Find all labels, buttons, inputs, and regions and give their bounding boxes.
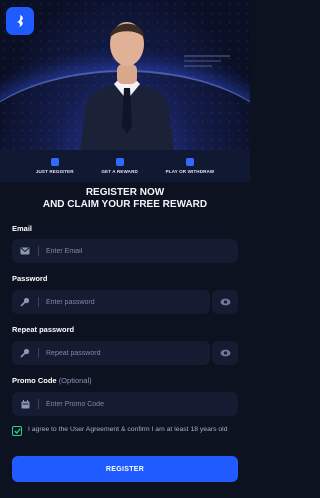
repeat-password-input[interactable]	[46, 349, 196, 357]
show-repeat-password-toggle[interactable]	[212, 341, 238, 365]
password-label: Password	[12, 274, 48, 283]
calendar-icon	[12, 399, 38, 409]
repeat-password-label: Repeat password	[12, 325, 75, 334]
checkmark-icon	[13, 428, 21, 434]
promo-code-label: Promo Code (Optional)	[12, 376, 92, 385]
field-divider	[38, 297, 39, 307]
agreement-text: I agree to the User Agreement & confirm …	[28, 426, 228, 433]
agreement-row: I agree to the User Agreement & confirm …	[12, 425, 240, 436]
key-icon	[12, 297, 38, 307]
promo-code-field-container	[12, 392, 238, 416]
title-line-1: REGISTER NOW	[85, 187, 165, 198]
gift-icon	[115, 158, 124, 166]
logo[interactable]	[6, 7, 34, 35]
promo-code-input[interactable]	[46, 400, 196, 408]
promo-code-label-text: Promo Code	[12, 376, 57, 385]
steps-bar: JUST REGISTER GET A REWARD PLAY OR WITHD…	[0, 150, 250, 182]
promo-person-image	[80, 22, 174, 150]
password-field-container	[12, 290, 210, 314]
agreement-checkbox[interactable]	[12, 426, 22, 436]
step-label: GET A REWARD	[101, 169, 138, 174]
key-icon	[12, 348, 38, 358]
logo-icon	[17, 15, 23, 27]
step-label: JUST REGISTER	[35, 169, 74, 174]
email-input[interactable]	[46, 247, 196, 255]
step-play-withdraw: PLAY OR WITHDRAW	[166, 158, 215, 174]
step-just-register: JUST REGISTER	[36, 158, 74, 174]
field-divider	[38, 246, 39, 256]
hero-decoration	[184, 52, 230, 70]
password-input[interactable]	[46, 298, 196, 306]
show-password-toggle[interactable]	[212, 290, 238, 314]
email-label: Email	[12, 224, 33, 233]
title-line-2: AND CLAIM YOUR FREE REWARD	[42, 199, 208, 210]
repeat-password-field-container	[12, 341, 210, 365]
eye-icon	[220, 349, 230, 357]
step-label: PLAY OR WITHDRAW	[165, 169, 215, 174]
email-field-container	[12, 239, 238, 263]
page-title: REGISTER NOW AND CLAIM YOUR FREE REWARD	[0, 187, 250, 211]
field-divider	[38, 348, 39, 358]
hero-banner	[0, 0, 250, 150]
field-divider	[38, 399, 39, 409]
step-get-reward: GET A REWARD	[101, 158, 138, 174]
wallet-icon	[185, 158, 194, 166]
eye-icon	[220, 298, 230, 306]
user-icon	[50, 158, 59, 166]
register-button[interactable]: REGISTER	[12, 456, 238, 482]
envelope-icon	[12, 247, 38, 255]
optional-label: (Optional)	[58, 376, 92, 385]
